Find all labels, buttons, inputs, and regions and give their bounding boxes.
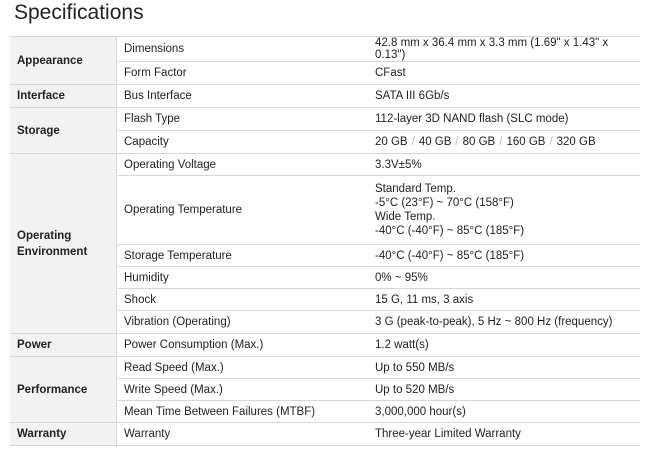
spec-value: 1.2 watt(s) <box>368 333 640 357</box>
spec-value: Up to 550 MB/s <box>368 356 640 379</box>
spec-name: Mean Time Between Failures (MTBF) <box>116 400 368 423</box>
table-row: Operating Environment Operating Voltage … <box>10 153 640 334</box>
capacity-list: 20 GB/40 GB/80 GB/160 GB/320 GB <box>368 130 640 154</box>
spec-name: Bus Interface <box>116 84 368 108</box>
spec-name: Storage Temperature <box>116 244 368 267</box>
spec-name: Vibration (Operating) <box>116 310 368 334</box>
capacity-option: 160 GB <box>506 136 546 148</box>
spec-value: 42.8 mm x 36.4 mm x 3.3 mm (1.69" x 1.43… <box>368 36 640 62</box>
capacity-option: 20 GB <box>375 136 408 148</box>
spec-value: 3.3V±5% <box>368 153 640 176</box>
capacity-option: 40 GB <box>418 136 452 148</box>
spec-value: 112-layer 3D NAND flash (SLC mode) <box>368 107 640 131</box>
page-title: Specifications <box>14 1 144 24</box>
specifications-table: Appearance Dimensions 42.8 mm x 36.4 mm … <box>10 36 640 446</box>
category-line: Operating <box>17 229 72 242</box>
spec-value: 3,000,000 hour(s) <box>368 400 640 423</box>
category-cell: Warranty <box>10 422 117 446</box>
separator: / <box>455 136 459 148</box>
spec-name: Capacity <box>116 130 368 154</box>
capacity-option: 80 GB <box>462 136 496 148</box>
spec-value: 15 G, 11 ms, 3 axis <box>368 288 640 311</box>
spec-value: CFast <box>368 61 640 85</box>
separator: / <box>499 136 503 148</box>
spec-name: Flash Type <box>116 107 368 131</box>
value-line: -5°C (23°F) ~ 70°C (158°F) <box>375 197 514 209</box>
category-cell: Storage <box>10 107 117 154</box>
category-cell: Appearance <box>10 36 117 85</box>
category-cell: Power <box>10 333 117 357</box>
value-line: -40°C (-40°F) ~ 85°C (185°F) <box>375 225 525 237</box>
spec-name: Read Speed (Max.) <box>116 356 368 379</box>
spec-value: Three-year Limited Warranty <box>368 422 640 446</box>
spec-name: Shock <box>116 288 368 311</box>
category-line: Environment <box>17 245 88 258</box>
category-cell: Performance <box>10 356 117 423</box>
table-row: Appearance Dimensions 42.8 mm x 36.4 mm … <box>10 36 640 85</box>
table-row: Power Power Consumption (Max.) 1.2 watt(… <box>10 333 640 357</box>
category-cell: Operating Environment <box>10 153 117 334</box>
capacity-option: 320 GB <box>556 136 596 148</box>
spec-name: Operating Voltage <box>116 153 368 176</box>
value-line: Standard Temp. <box>375 183 456 195</box>
table-row: Interface Bus Interface SATA III 6Gb/s <box>10 84 640 108</box>
spec-value: -40°C (-40°F) ~ 85°C (185°F) <box>368 244 640 267</box>
spec-name: Dimensions <box>116 36 368 62</box>
spec-value: 0% ~ 95% <box>368 266 640 289</box>
spec-name: Operating Temperature <box>116 175 368 245</box>
spec-value: SATA III 6Gb/s <box>368 84 640 108</box>
table-row: Warranty Warranty Three-year Limited War… <box>10 422 640 446</box>
separator: / <box>411 136 415 148</box>
spec-name: Humidity <box>116 266 368 289</box>
spec-name: Write Speed (Max.) <box>116 378 368 401</box>
spec-name: Warranty <box>116 422 368 446</box>
table-row: Storage Flash Type 112-layer 3D NAND fla… <box>10 107 640 154</box>
spec-value: Up to 520 MB/s <box>368 378 640 401</box>
table-row: Performance Read Speed (Max.) Up to 550 … <box>10 356 640 423</box>
spec-value: 3 G (peak-to-peak), 5 Hz ~ 800 Hz (frequ… <box>368 310 640 334</box>
spec-name: Power Consumption (Max.) <box>116 333 368 357</box>
separator: / <box>549 136 553 148</box>
spec-name: Form Factor <box>116 61 368 85</box>
spec-value: Standard Temp. -5°C (23°F) ~ 70°C (158°F… <box>368 175 640 245</box>
value-line: Wide Temp. <box>375 211 436 223</box>
category-cell: Interface <box>10 84 117 108</box>
